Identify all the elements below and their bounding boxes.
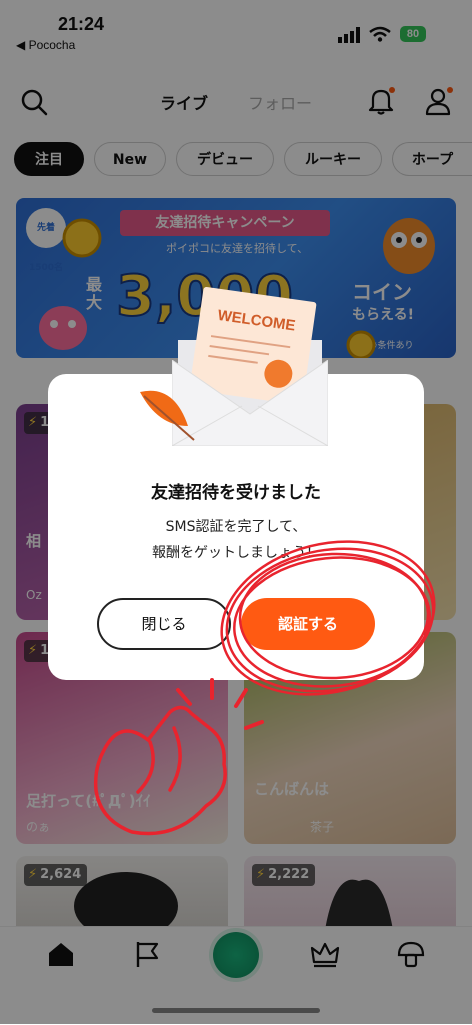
- close-button[interactable]: 閉じる: [97, 598, 231, 650]
- dialog-message-line: SMS認証を完了して、: [165, 519, 307, 535]
- verify-button[interactable]: 認証する: [241, 598, 375, 650]
- dialog-message: SMS認証を完了して、 報酬をゲットしましょう！: [48, 514, 424, 566]
- feather-icon: [140, 390, 195, 441]
- dialog-message-line: 報酬をゲットしましょう！: [152, 545, 320, 561]
- dialog-title: 友達招待を受けました: [151, 483, 321, 503]
